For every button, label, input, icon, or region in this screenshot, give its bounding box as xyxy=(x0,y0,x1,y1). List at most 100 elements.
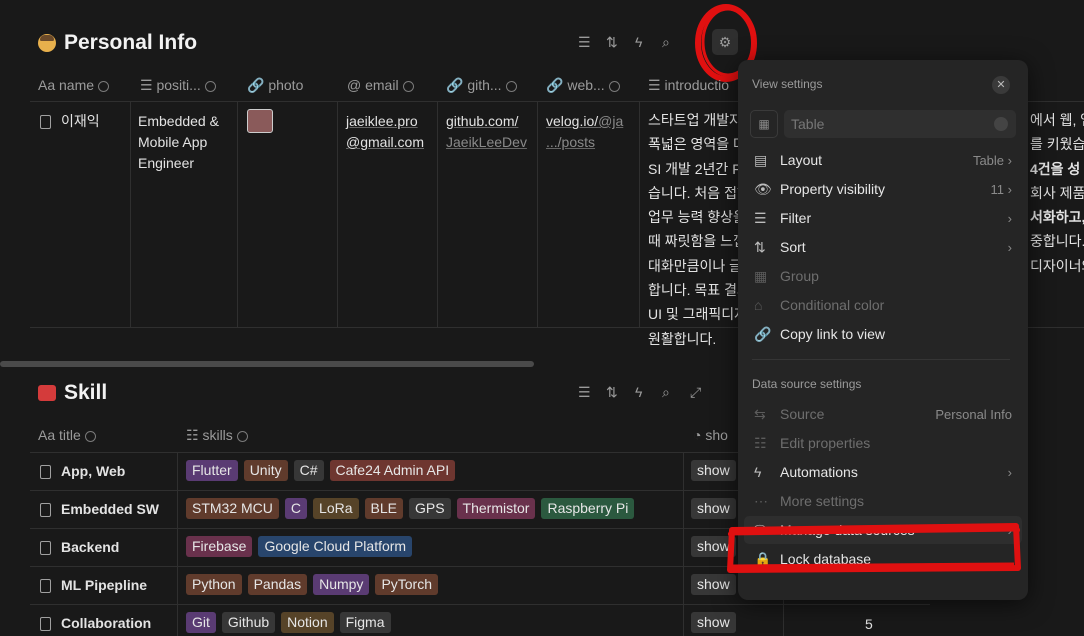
data-source-section-title: Data source settings xyxy=(752,377,862,391)
filter-icon: ☰ xyxy=(754,209,767,226)
show-tag[interactable]: show xyxy=(691,460,736,481)
expand-icon[interactable]: ⤢ xyxy=(690,384,701,401)
skill-tag[interactable]: Python xyxy=(186,574,242,595)
skill-row-title[interactable]: Backend xyxy=(40,537,119,558)
toolbox-emoji-icon xyxy=(38,385,56,401)
skill-title[interactable]: Skill xyxy=(64,381,107,405)
skill-tag[interactable]: Github xyxy=(221,612,276,633)
filter-icon[interactable]: ☰ xyxy=(578,384,591,401)
row-position[interactable]: Embedded & Mobile App Engineer xyxy=(138,111,219,174)
menu-item-conditional-color[interactable]: ⌂ Conditional color xyxy=(754,293,1012,317)
col-skills-header[interactable]: ☷ skills xyxy=(186,427,248,444)
col-name-header[interactable]: Aa name xyxy=(38,77,110,93)
link-icon: 🔗 xyxy=(754,325,772,342)
horizontal-scrollbar[interactable] xyxy=(0,361,534,367)
paint-roller-icon: ⌂ xyxy=(754,297,763,313)
skill-tag[interactable]: Google Cloud Platform xyxy=(258,536,413,557)
row-intro-overflow: 에서 웹, 앱를 키웠습니4건을 성회사 제품서화하고,중합니다.디자이너와 xyxy=(1030,112,1084,274)
menu-item-more-settings[interactable]: ⋯ More settings xyxy=(754,489,1012,513)
skill-tag[interactable]: PyTorch xyxy=(375,574,439,595)
skill-tag[interactable]: Unity xyxy=(243,460,288,481)
page-icon xyxy=(40,115,51,130)
layout-icon: ▤ xyxy=(754,151,768,168)
automation-icon[interactable]: ϟ xyxy=(635,34,642,50)
chevron-right-icon: › xyxy=(1007,181,1012,197)
skill-tag[interactable]: Raspberry Pi xyxy=(541,498,635,519)
skill-tag[interactable]: LoRa xyxy=(313,498,359,519)
menu-title: View settings xyxy=(752,77,823,91)
col-title-header[interactable]: Aa title xyxy=(38,427,96,443)
skill-row-title[interactable]: ML Pipepline xyxy=(40,575,147,596)
skill-tag[interactable]: C xyxy=(284,498,308,519)
menu-item-layout[interactable]: ▤ Layout Table › xyxy=(754,148,1012,172)
menu-item-group[interactable]: ▦ Group xyxy=(754,264,1012,288)
skill-tag[interactable]: Numpy xyxy=(313,574,370,595)
automation-icon: ϟ xyxy=(754,464,762,480)
skill-tag[interactable]: STM32 MCU xyxy=(186,498,279,519)
skill-tag[interactable]: Cafe24 Admin API xyxy=(329,460,456,481)
search-icon[interactable]: ⌕ xyxy=(662,34,670,51)
menu-item-sort[interactable]: ⇅ Sort › xyxy=(754,235,1012,259)
personal-info-title-wrap: Personal Info xyxy=(38,31,197,55)
view-name-input[interactable]: Table xyxy=(784,110,1016,138)
photo-thumbnail[interactable] xyxy=(247,109,273,133)
skill-tag[interactable]: Thermistor xyxy=(456,498,536,519)
skill-tag[interactable]: Pandas xyxy=(247,574,308,595)
chevron-right-icon: › xyxy=(1007,464,1012,480)
more-icon: ⋯ xyxy=(754,492,768,509)
annotation-box xyxy=(727,523,1021,573)
col-intro-header[interactable]: ☰ introductio xyxy=(648,77,729,94)
group-icon: ▦ xyxy=(754,267,768,284)
row-name[interactable]: 이재익 xyxy=(40,111,100,132)
chevron-right-icon: › xyxy=(1007,210,1012,226)
row-number: 5 xyxy=(865,616,873,632)
page-icon xyxy=(40,503,51,518)
page-icon xyxy=(40,541,51,556)
skill-tag[interactable]: Flutter xyxy=(186,460,238,481)
sort-icon: ⇅ xyxy=(754,238,766,255)
filter-icon[interactable]: ☰ xyxy=(578,34,591,51)
page-icon xyxy=(40,465,51,480)
skill-row-title[interactable]: Collaboration xyxy=(40,613,151,634)
skill-tag[interactable]: Figma xyxy=(339,612,391,633)
row-intro[interactable]: 스타트업 개발자 폭넓은 영역을 다 SI 개발 2년간 F 습니다. 처음 접하 업무… xyxy=(648,108,750,351)
sort-icon[interactable]: ⇅ xyxy=(606,34,618,51)
menu-item-edit-properties[interactable]: ☷ Edit properties xyxy=(754,431,1012,455)
skill-tag[interactable]: Git xyxy=(186,612,216,633)
row-github[interactable]: github.com/JaeikLeeDev xyxy=(446,111,527,153)
skill-tag[interactable]: Firebase xyxy=(186,536,253,557)
show-tag[interactable]: show xyxy=(691,612,736,633)
list-icon: ☷ xyxy=(754,434,767,451)
menu-item-filter[interactable]: ☰ Filter › xyxy=(754,206,1012,230)
col-email-header[interactable]: @ email xyxy=(347,77,414,93)
menu-item-automations[interactable]: ϟ Automations › xyxy=(754,460,1012,484)
close-icon[interactable]: ✕ xyxy=(992,76,1010,94)
chevron-right-icon: › xyxy=(1007,152,1012,168)
menu-item-property-visibility[interactable]: 👁 Property visibility 11 › xyxy=(754,177,1012,201)
skill-tag[interactable]: GPS xyxy=(408,498,451,519)
show-tag[interactable]: show xyxy=(691,498,736,519)
automation-icon[interactable]: ϟ xyxy=(635,384,642,400)
col-show-header[interactable]: ◔ sho xyxy=(693,427,728,443)
col-github-header[interactable]: 🔗 gith... xyxy=(446,77,517,94)
table-icon[interactable]: ▦ xyxy=(750,110,778,138)
col-web-header[interactable]: 🔗 web... xyxy=(546,77,620,94)
menu-item-copy-link-to-view[interactable]: 🔗 Copy link to view xyxy=(754,322,1012,346)
skill-title-wrap: Skill xyxy=(38,381,107,405)
source-icon: ⇆ xyxy=(754,405,766,422)
row-email[interactable]: jaeiklee.pro @gmail.com xyxy=(346,111,424,153)
page-title[interactable]: Personal Info xyxy=(64,31,197,55)
menu-item-source[interactable]: ⇆ Source Personal Info xyxy=(754,402,1012,426)
col-position-header[interactable]: ☰ positi... xyxy=(140,77,216,94)
skill-row-title[interactable]: Embedded SW xyxy=(40,499,159,520)
skill-tag[interactable]: Notion xyxy=(281,612,334,633)
sort-icon[interactable]: ⇅ xyxy=(606,384,618,401)
skill-tag[interactable]: BLE xyxy=(364,498,403,519)
row-web[interactable]: velog.io/@ja .../posts xyxy=(546,111,623,153)
chevron-right-icon: › xyxy=(1007,239,1012,255)
col-photo-header[interactable]: 🔗 photo xyxy=(247,77,303,94)
search-icon[interactable]: ⌕ xyxy=(662,384,670,401)
skill-tag[interactable]: C# xyxy=(293,460,324,481)
skill-row-title[interactable]: App, Web xyxy=(40,461,125,482)
page-icon xyxy=(40,617,51,632)
